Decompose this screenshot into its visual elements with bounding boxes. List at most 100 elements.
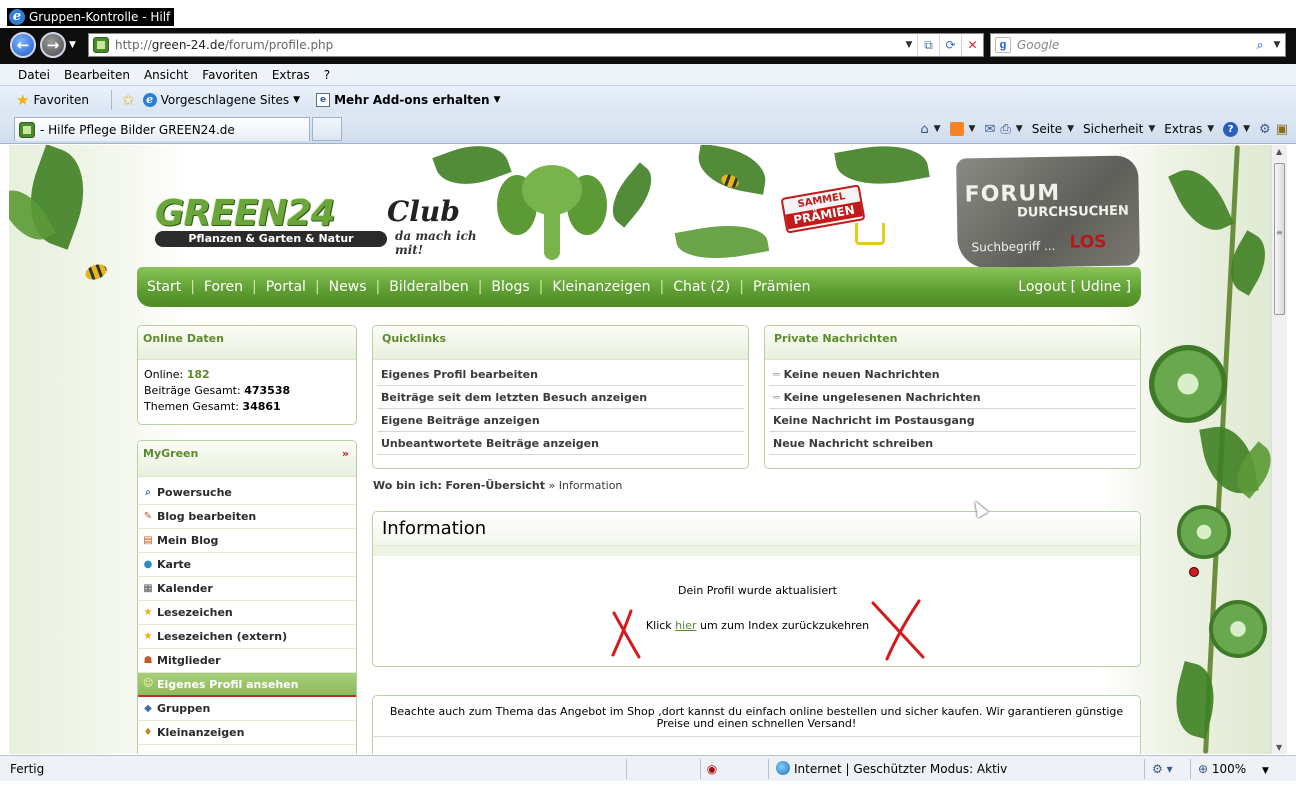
compatibility-view-icon[interactable]: ⧉ — [917, 34, 939, 56]
nav-foren[interactable]: Foren — [204, 279, 243, 295]
rss-feed-icon[interactable] — [949, 122, 964, 136]
mygreen-item-eigenes-profil[interactable]: ☺ Eigenes Profil ansehen — [138, 673, 356, 697]
onenote-icon[interactable]: ▣ — [1276, 122, 1288, 137]
forward-button[interactable]: → — [40, 32, 66, 58]
forum-search-input[interactable] — [971, 236, 1062, 257]
sicherheit-menu[interactable]: Sicherheit — [1083, 122, 1143, 136]
tab-active[interactable]: - Hilfe Pflege Bilder GREEN24.de — [14, 117, 310, 141]
page-scrollbar[interactable]: ▲ ▼ — [1271, 145, 1287, 754]
quicklink-own-posts[interactable]: Eigene Beiträge anzeigen — [377, 409, 744, 432]
home-dropdown[interactable]: ▼ — [934, 124, 941, 134]
seite-menu[interactable]: Seite — [1032, 122, 1062, 136]
logout-link[interactable]: Logout [ Udine ] — [1018, 279, 1131, 295]
addons-button[interactable]: e Mehr Add-ons erhalten ▼ — [316, 93, 501, 107]
scrollbar-thumb[interactable] — [1274, 163, 1285, 315]
privacy-report-icon[interactable]: ◉ — [703, 759, 721, 779]
stop-icon[interactable]: ✕ — [961, 34, 983, 56]
praemien-badge[interactable]: SAMMEL PRÄMIEN — [780, 184, 866, 234]
zoom-level[interactable]: ⊕ 100% ▼ — [1198, 759, 1269, 779]
protected-mode-icon[interactable]: ⚙ ▾ — [1152, 759, 1173, 779]
information-panel: Information Dein Profil wurde aktualisie… — [372, 511, 1141, 667]
pm-outbox-empty[interactable]: Keine Nachricht im Postausgang — [769, 409, 1136, 432]
nav-portal[interactable]: Portal — [266, 279, 306, 295]
pm-no-unread-messages[interactable]: ═ Keine ungelesenen Nachrichten — [769, 386, 1136, 409]
mygreen-item-karte[interactable]: ● Karte — [138, 553, 356, 577]
nav-blogs[interactable]: Blogs — [491, 279, 529, 295]
favorites-button[interactable]: ★ Favoriten — [16, 91, 89, 109]
window-titlebar: e Gruppen-Kontrolle - Hilf — [0, 0, 1296, 28]
nav-kleinanzeigen[interactable]: Kleinanzeigen — [552, 279, 650, 295]
search-provider-dropdown[interactable]: ▼ — [1269, 34, 1285, 56]
add-favorite-icon[interactable]: ✩ — [122, 91, 135, 109]
suggested-sites-button[interactable]: e Vorgeschlagene Sites ▼ — [142, 93, 300, 107]
nav-separator: | — [314, 279, 320, 295]
nav-separator: | — [659, 279, 665, 295]
security-zone[interactable]: Internet | Geschützter Modus: Aktiv — [776, 759, 1007, 779]
mygreen-title: MyGreen — [143, 447, 199, 460]
new-tab-button[interactable] — [312, 117, 342, 141]
message-icon: ═ — [773, 367, 780, 381]
search-icon[interactable]: ⌕ — [1251, 38, 1269, 53]
nav-chat[interactable]: Chat (2) — [673, 279, 730, 295]
mygreen-item-mein-blog[interactable]: ▤ Mein Blog — [138, 529, 356, 553]
status-divider — [700, 759, 701, 779]
quicklink-edit-profile[interactable]: Eigenes Profil bearbeiten — [377, 363, 744, 386]
mail-icon[interactable]: ✉ — [984, 122, 995, 137]
search-box[interactable]: g ⌕ ▼ — [990, 33, 1286, 57]
mygreen-item-powersuche[interactable]: ⌕ Powersuche — [138, 481, 356, 505]
quicklink-unanswered-posts[interactable]: Unbeantwortete Beiträge anzeigen — [377, 432, 744, 455]
ladybug-icon — [1189, 567, 1199, 577]
nav-bilderalben[interactable]: Bilderalben — [389, 279, 468, 295]
menu-help[interactable]: ? — [317, 68, 337, 82]
mygreen-item-lesezeichen[interactable]: ★ Lesezeichen — [138, 601, 356, 625]
back-button[interactable]: ← — [10, 32, 36, 58]
mygreen-item-kalender[interactable]: ▦ Kalender — [138, 577, 356, 601]
main-navigation: Start | Foren | Portal | News | Bilderalben |… — [137, 267, 1141, 307]
status-divider — [626, 759, 627, 779]
breadcrumb-home-link[interactable]: Foren-Übersicht — [445, 479, 545, 492]
help-icon[interactable]: ? — [1223, 121, 1239, 137]
address-bar[interactable]: http://green-24.de/forum/profile.php ▼ ⧉… — [88, 33, 984, 57]
mygreen-item-lesezeichen-extern[interactable]: ★ Lesezeichen (extern) — [138, 625, 356, 649]
menu-datei[interactable]: Datei — [11, 68, 57, 82]
mygreen-item-gruppen[interactable]: ◆ Gruppen — [138, 697, 356, 721]
menu-extras[interactable]: Extras — [265, 68, 317, 82]
refresh-icon[interactable]: ⟳ — [939, 34, 961, 56]
recent-pages-dropdown[interactable]: ▼ — [69, 40, 76, 50]
feed-dropdown[interactable]: ▼ — [969, 124, 976, 134]
help-dropdown[interactable]: ▼ — [1243, 124, 1250, 134]
research-icon[interactable]: ⚙ — [1259, 122, 1271, 137]
decorative-flower — [1177, 505, 1231, 559]
topics-total-row: Themen Gesamt: 34861 — [144, 400, 281, 413]
collapse-chevron-icon[interactable]: » — [342, 441, 349, 467]
green24-logo[interactable]: GREEN24 Club Pflanzen & Garten & Natur d… — [155, 193, 485, 257]
menu-ansicht[interactable]: Ansicht — [137, 68, 195, 82]
extras-menu[interactable]: Extras — [1164, 122, 1202, 136]
scroll-up-icon[interactable]: ▲ — [1276, 147, 1282, 156]
mygreen-item-blog-bearbeiten[interactable]: ✎ Blog bearbeiten — [138, 505, 356, 529]
nav-start[interactable]: Start — [147, 279, 181, 295]
search-input[interactable] — [1017, 38, 1251, 52]
home-icon[interactable]: ⌂ — [920, 122, 928, 137]
address-url[interactable]: http://green-24.de/forum/profile.php — [115, 38, 901, 52]
print-dropdown[interactable]: ▼ — [1016, 124, 1023, 134]
address-dropdown[interactable]: ▼ — [901, 34, 917, 56]
scroll-down-icon[interactable]: ▼ — [1276, 743, 1282, 752]
blog-icon: ▤ — [143, 534, 153, 546]
print-icon[interactable]: ⎙ — [1000, 122, 1010, 137]
menu-bearbeiten[interactable]: Bearbeiten — [57, 68, 137, 82]
menu-favoriten[interactable]: Favoriten — [195, 68, 265, 82]
red-cross-annotation-icon — [871, 599, 925, 661]
quicklink-new-posts[interactable]: Beiträge seit dem letzten Besuch anzeige… — [377, 386, 744, 409]
mygreen-item-kleinanzeigen[interactable]: ♦ Kleinanzeigen — [138, 721, 356, 745]
decorative-leaf — [601, 162, 663, 228]
return-to-index-link[interactable]: hier — [675, 619, 696, 632]
mygreen-item-mitglieder[interactable]: ☗ Mitglieder — [138, 649, 356, 673]
pm-no-new-messages[interactable]: ═ Keine neuen Nachrichten — [769, 363, 1136, 386]
pm-write-new-message[interactable]: Neue Nachricht schreiben — [769, 432, 1136, 455]
forum-search-button[interactable]: LOS — [1069, 232, 1106, 253]
nav-praemien[interactable]: Prämien — [753, 279, 811, 295]
online-count[interactable]: 182 — [187, 368, 210, 381]
edit-icon: ✎ — [143, 510, 153, 522]
nav-news[interactable]: News — [329, 279, 367, 295]
